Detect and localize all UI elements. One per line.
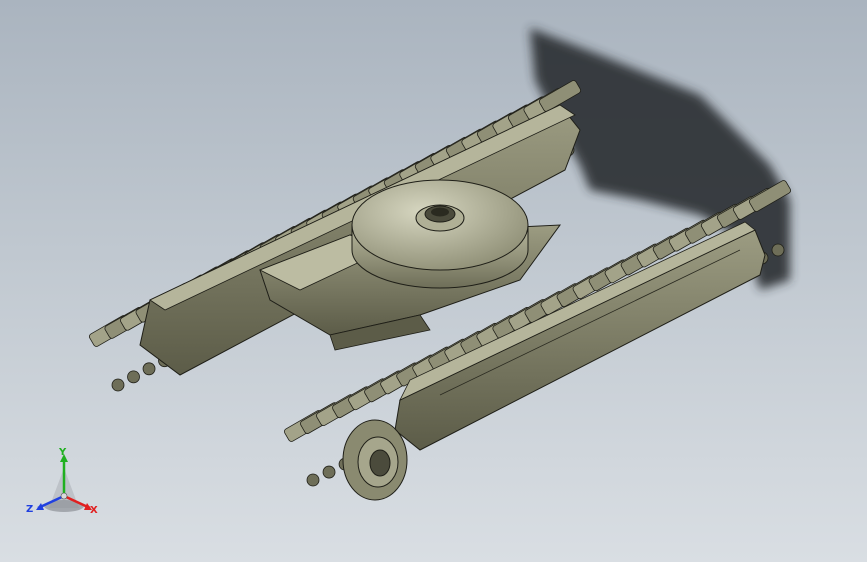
coordinate-triad: Y Z X (24, 448, 104, 528)
coordinate-triad-icon (36, 454, 92, 512)
track-link (142, 362, 156, 376)
drive-sprocket[interactable] (342, 419, 408, 501)
axis-label-z: Z (26, 504, 34, 515)
model-view[interactable] (0, 0, 867, 562)
axis-label-x: X (90, 505, 98, 516)
graphics-viewport[interactable]: Y Z X (0, 0, 867, 562)
track-link (322, 465, 336, 479)
track-link (111, 378, 125, 392)
turntable-bearing[interactable] (351, 179, 529, 289)
track-link (127, 370, 140, 384)
track-link (771, 243, 785, 257)
track-link (306, 473, 320, 487)
axis-label-y: Y (59, 447, 67, 458)
